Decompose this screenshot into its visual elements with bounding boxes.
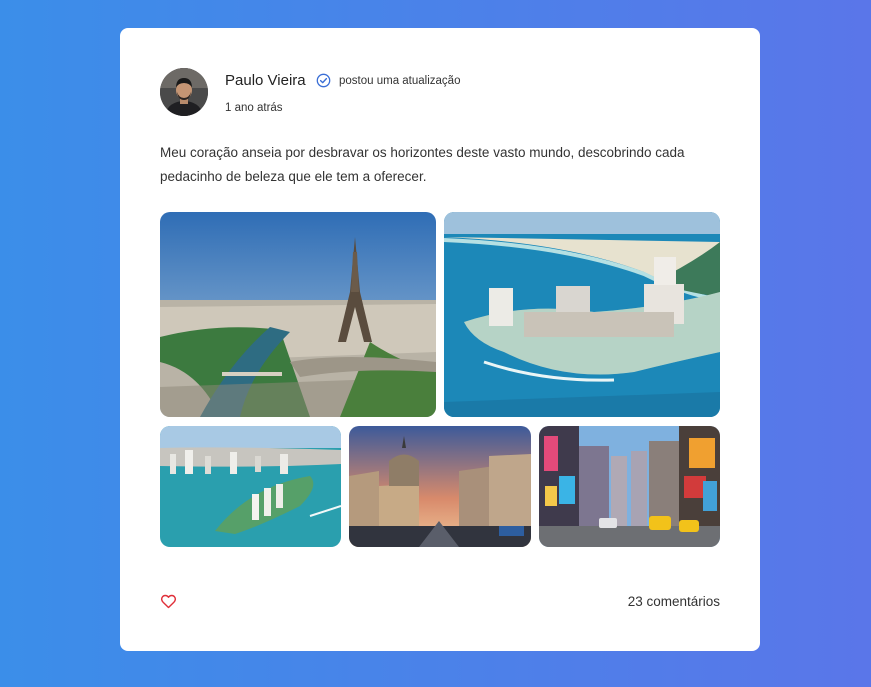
comments-link[interactable]: 23 comentários <box>628 594 720 609</box>
photo-new-york[interactable] <box>539 426 720 547</box>
author-avatar[interactable] <box>160 68 208 116</box>
photo-miami[interactable] <box>160 426 341 547</box>
author-name[interactable]: Paulo Vieira <box>225 72 306 89</box>
photo-cancun[interactable] <box>444 212 720 417</box>
post-body: Meu coração anseia por desbravar os hori… <box>160 145 685 184</box>
post-action-text: postou uma atualização <box>339 75 461 87</box>
heart-icon[interactable] <box>160 593 177 610</box>
photo-madrid[interactable] <box>349 426 531 547</box>
post-timestamp[interactable]: 1 ano atrás <box>225 102 283 114</box>
photo-paris[interactable] <box>160 212 436 417</box>
verified-check-icon <box>316 73 331 88</box>
post-card: Paulo Vieira postou uma atualização 1 an… <box>120 28 760 651</box>
